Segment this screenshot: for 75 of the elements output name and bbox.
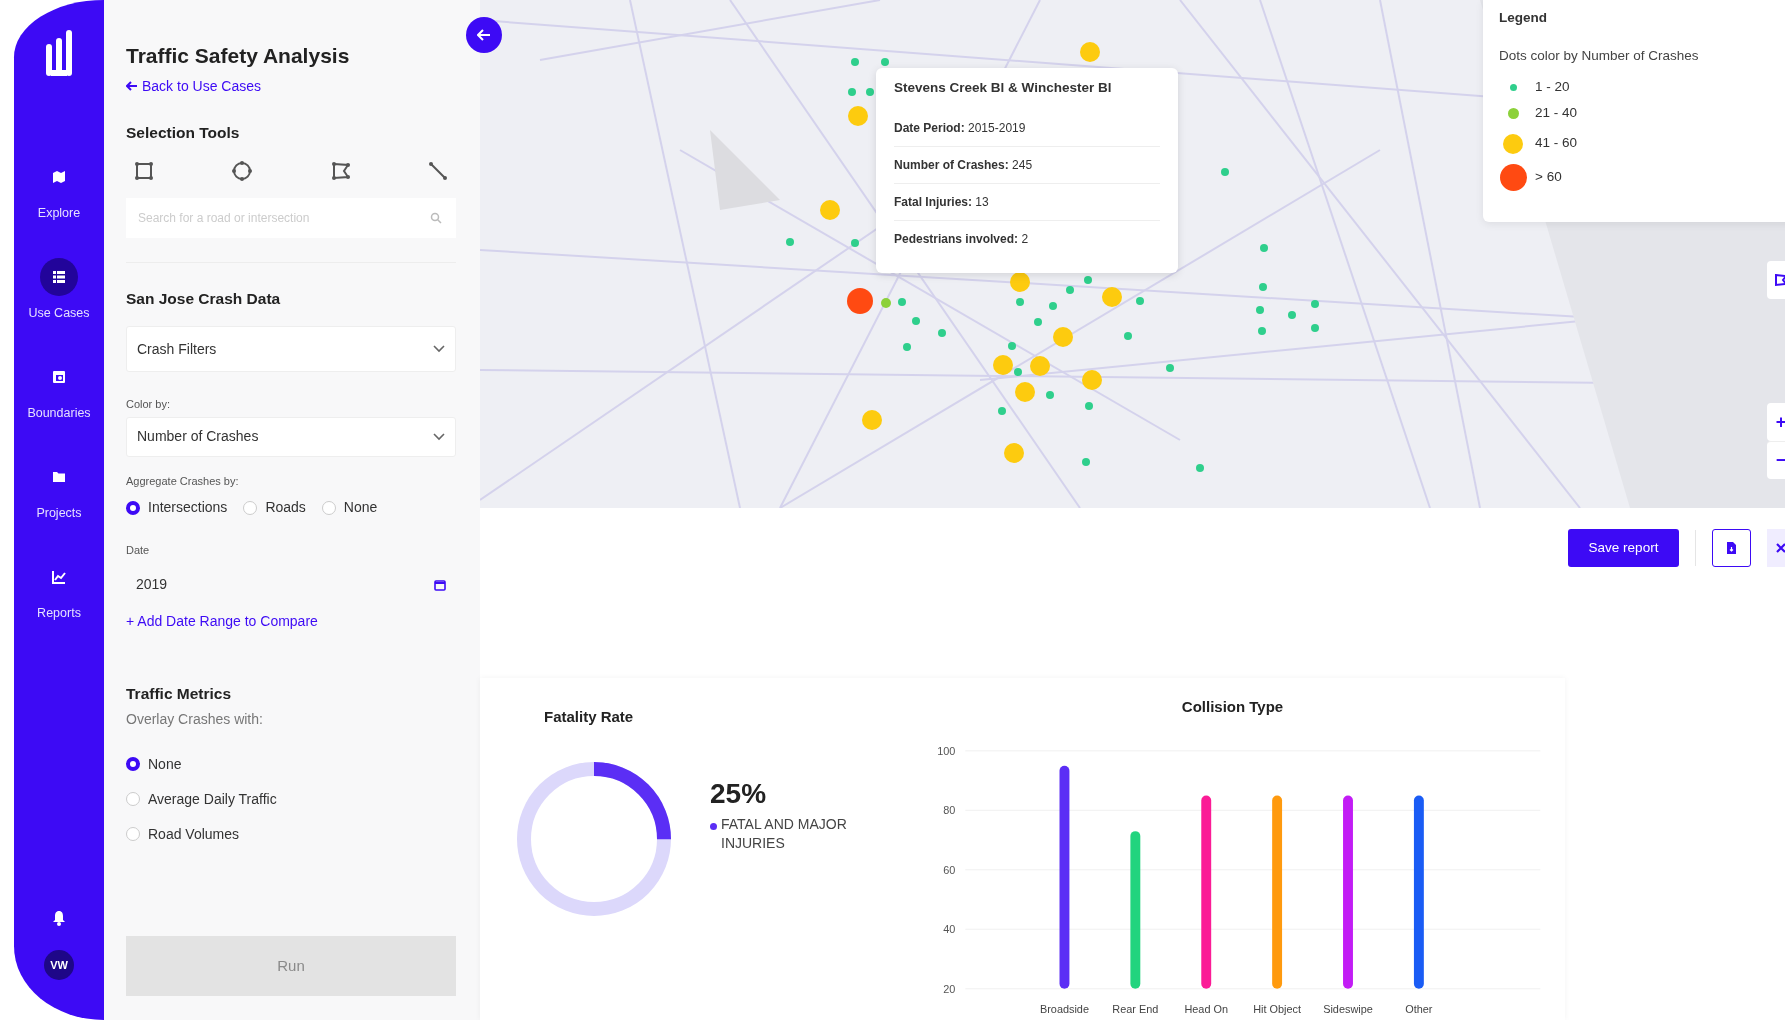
nav-item[interactable]: Projects <box>14 440 104 540</box>
close-icon <box>1776 543 1785 553</box>
chart-title: Collision Type <box>1181 697 1284 717</box>
legend-label: FATAL AND MAJOR INJURIES <box>721 814 848 854</box>
download-button[interactable] <box>1712 529 1751 567</box>
rectangle-select-icon[interactable] <box>134 160 154 181</box>
radio-option[interactable]: Road Volumes <box>126 823 456 845</box>
polygon-select-icon[interactable] <box>330 160 351 181</box>
legend-label: > 60 <box>1535 168 1562 187</box>
section-subheading: Overlay Crashes with: <box>126 709 264 729</box>
circle-select-icon[interactable] <box>231 159 254 182</box>
legend-title: Legend <box>1499 9 1548 27</box>
radio-option[interactable]: Average Daily Traffic <box>126 788 456 810</box>
category-label: Broadside <box>1039 1002 1089 1015</box>
legend-label: 21 - 40 <box>1535 104 1578 123</box>
chevron-down-icon <box>433 432 445 441</box>
calendar-icon[interactable] <box>434 578 446 591</box>
arrow-left-icon <box>126 81 138 91</box>
radio-option[interactable]: None <box>321 497 378 518</box>
map[interactable]: Stevens Creek Bl & Winchester Bl Date Period: 2015-2019 Number of Crashes: 245 Fatal Injuries: 13 Pedestrians involved: 2 Legend Dots color by Number of Crashes 1 - 20 21 - 40 41 - 60 > 60 + − <box>480 0 1785 508</box>
search-icon <box>430 211 442 224</box>
nav-item[interactable]: Explore <box>14 140 104 240</box>
tooltip-row: Date Period: 2015-2019 <box>894 110 1160 148</box>
field-label: Aggregate Crashes by: <box>126 473 240 489</box>
chevron-down-icon <box>433 345 445 353</box>
add-date-range-link[interactable]: + Add Date Range to Compare <box>126 610 456 632</box>
avatar[interactable]: VW <box>44 950 74 980</box>
line-select-icon[interactable] <box>428 160 448 181</box>
section-heading: Selection Tools <box>126 122 241 143</box>
axis-tick-label: 100 <box>936 744 955 757</box>
folder-icon <box>52 469 66 484</box>
radio-option[interactable]: Intersections <box>126 497 228 518</box>
arrow-left-icon <box>477 29 491 41</box>
zoom-out-button[interactable]: − <box>1767 441 1785 479</box>
category-label: Hit Object <box>1252 1002 1301 1015</box>
chart-title: Fatality Rate <box>544 707 635 727</box>
section-heading: Traffic Metrics <box>126 683 233 704</box>
back-link[interactable]: Back to Use Cases <box>126 75 456 97</box>
radio-option[interactable]: Roads <box>243 497 306 518</box>
field-label: Date <box>126 543 151 558</box>
axis-tick-label: 80 <box>942 803 955 816</box>
field-label: Color by: <box>126 397 172 412</box>
bell-icon[interactable] <box>52 910 66 926</box>
tooltip-row: Fatal Injuries: 13 <box>894 184 1160 222</box>
save-report-button[interactable]: Save report <box>1568 529 1679 567</box>
section-heading: San Jose Crash Data <box>126 288 282 309</box>
map-icon <box>52 169 66 184</box>
category-label: Rear End <box>1111 1002 1158 1015</box>
category-label: Head On <box>1183 1002 1228 1015</box>
category-label: Sideswipe <box>1322 1002 1373 1015</box>
dropdown[interactable]: Number of Crashes <box>126 416 456 457</box>
calendar-icon <box>52 369 66 384</box>
axis-tick-label: 20 <box>942 982 955 995</box>
legend-label: 1 - 20 <box>1535 78 1570 97</box>
panel-title: Traffic Safety Analysis <box>126 43 351 69</box>
list-icon <box>52 269 66 284</box>
axis-tick-label: 40 <box>942 922 955 935</box>
axis-tick-label: 60 <box>942 863 955 876</box>
radio-option[interactable]: None <box>126 753 456 775</box>
legend-label: 41 - 60 <box>1535 134 1578 153</box>
line-chart-icon <box>52 569 66 584</box>
tooltip-title: Stevens Creek Bl & Winchester Bl <box>894 79 1113 97</box>
zoom-in-button[interactable]: + <box>1767 403 1785 441</box>
legend-dot <box>710 822 717 830</box>
nav-item[interactable]: Reports <box>14 540 104 640</box>
tooltip-row-text: Pedestrians involved: 2 <box>894 231 1030 249</box>
percentage-value: 25% <box>710 776 768 811</box>
file-icon <box>1726 541 1737 555</box>
polygon-select-icon <box>1774 273 1785 287</box>
nav-item[interactable]: Use Cases <box>14 240 104 340</box>
legend-subtitle: Dots color by Number of Crashes <box>1499 47 1700 66</box>
category-label: Other <box>1404 1002 1432 1015</box>
dropdown[interactable]: Crash Filters <box>126 326 456 372</box>
tooltip-row: Number of Crashes: 245 <box>894 147 1160 185</box>
nav-item[interactable]: Boundaries <box>14 340 104 440</box>
